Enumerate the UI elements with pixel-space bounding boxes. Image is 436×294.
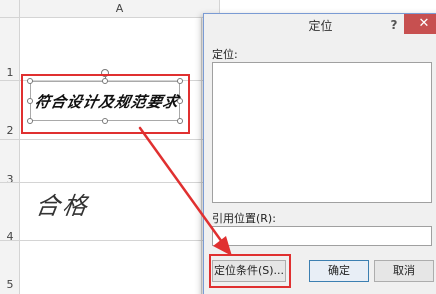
special-button-highlight-box — [209, 254, 291, 288]
row-header-3[interactable]: 3 — [0, 173, 20, 186]
row-header-5[interactable]: 5 — [0, 278, 20, 291]
ok-button[interactable]: 确定 — [309, 260, 369, 282]
handwritten-text: 合格 — [33, 192, 92, 220]
signature-highlight-box — [21, 74, 190, 134]
close-icon[interactable]: ✕ — [404, 14, 436, 34]
row-divider — [0, 139, 220, 140]
goto-dialog: 定位 ? ✕ 定位: 引用位置(R): 定位条件(S)... 确定 取消 — [203, 13, 436, 294]
screenshot-stage: A 1 2 3 4 5 符合设计及规范要求 合格 定位 ? ✕ 定位: 引用位置… — [0, 0, 436, 294]
goto-label: 定位: — [212, 48, 238, 61]
reference-input[interactable] — [212, 226, 432, 246]
cancel-button[interactable]: 取消 — [374, 260, 434, 282]
goto-list[interactable] — [212, 62, 432, 203]
row-header-4[interactable]: 4 — [0, 230, 20, 243]
dialog-titlebar[interactable]: 定位 ? ✕ — [204, 14, 436, 38]
select-all-corner[interactable] — [0, 0, 20, 18]
row-divider — [0, 182, 220, 183]
row-header-1[interactable]: 1 — [0, 66, 20, 79]
help-icon[interactable]: ? — [386, 17, 402, 33]
row-header-2[interactable]: 2 — [0, 124, 20, 137]
column-header-a[interactable]: A — [20, 0, 220, 18]
reference-label: 引用位置(R): — [212, 212, 276, 225]
row-divider — [0, 240, 220, 241]
column-divider — [201, 18, 202, 294]
row-header-column: 1 2 3 4 5 — [0, 18, 20, 294]
